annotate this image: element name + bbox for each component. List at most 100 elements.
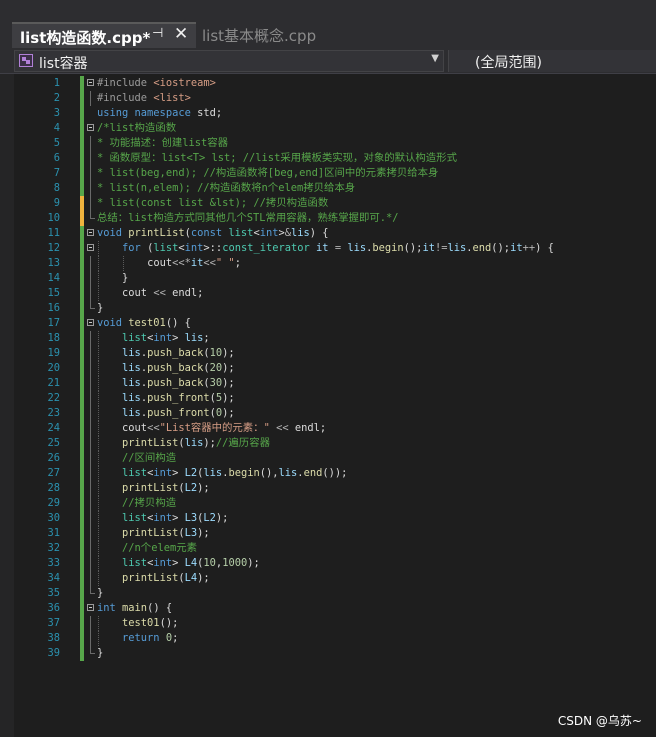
code-line[interactable]: 24 cout<<"List容器中的元素：" << endl; xyxy=(0,421,656,436)
line-number: 37 xyxy=(47,617,60,629)
project-scope-dropdown[interactable]: list容器 ▼ xyxy=(14,50,444,72)
code-line[interactable]: 28 printList(L2); xyxy=(0,481,656,496)
code-token: ); xyxy=(203,437,216,449)
code-line[interactable]: 16} xyxy=(0,301,656,316)
chevron-down-icon[interactable]: ▼ xyxy=(431,53,439,64)
global-scope-dropdown[interactable]: (全局范围) xyxy=(448,50,656,72)
code-text[interactable]: printList(L2); xyxy=(122,481,210,496)
code-line[interactable]: 15 cout << endl; xyxy=(0,286,656,301)
code-line[interactable]: 32 //n个elem元素 xyxy=(0,541,656,556)
code-editor[interactable]: 1 #include <iostream> 2 #include <list> 3 usi… xyxy=(0,74,656,737)
code-line[interactable]: 22 lis.push_front(5); xyxy=(0,391,656,406)
code-text[interactable]: using namespace std; xyxy=(97,106,222,121)
code-text[interactable]: printList(L4); xyxy=(122,571,210,586)
code-text[interactable]: void test01() { xyxy=(97,316,191,331)
code-line[interactable]: 35} xyxy=(0,586,656,601)
collapse-icon[interactable] xyxy=(87,604,94,611)
code-text[interactable]: /*list构造函数 xyxy=(97,121,176,136)
collapse-icon[interactable] xyxy=(87,229,94,236)
code-token: ); xyxy=(197,527,210,539)
code-text[interactable]: void printList(const list<int>&lis) { xyxy=(97,226,329,241)
code-line[interactable]: 2 #include <list> xyxy=(0,91,656,106)
code-text[interactable]: printList(lis);//遍历容器 xyxy=(122,436,270,451)
code-token: } xyxy=(122,272,129,284)
code-text[interactable]: //区间构造 xyxy=(122,451,176,466)
code-text[interactable]: //拷贝构造 xyxy=(122,496,176,511)
code-line[interactable]: 23 lis.push_front(0); xyxy=(0,406,656,421)
code-token: void xyxy=(97,317,129,329)
code-line[interactable]: 31 printList(L3); xyxy=(0,526,656,541)
pin-icon[interactable]: ⊣ xyxy=(152,26,163,41)
code-text[interactable]: lis.push_front(5); xyxy=(122,391,235,406)
code-text[interactable]: printList(L3); xyxy=(122,526,210,541)
collapse-icon[interactable] xyxy=(87,79,94,86)
code-line[interactable]: 34 printList(L4); xyxy=(0,571,656,586)
code-line[interactable]: 12 for (list<int>::const_iterator it = li… xyxy=(0,241,656,256)
code-text[interactable]: list<int> L2(lis.begin(),lis.end()); xyxy=(122,466,347,481)
code-text[interactable]: lis.push_front(0); xyxy=(122,406,235,421)
code-text[interactable]: int main() { xyxy=(97,601,172,616)
code-line[interactable]: 36 int main() { xyxy=(0,601,656,616)
code-text[interactable]: 总结：list构造方式同其他几个STL常用容器，熟练掌握即可.*/ xyxy=(97,211,399,226)
code-line[interactable]: 19 lis.push_back(10); xyxy=(0,346,656,361)
code-line[interactable]: 29 //拷贝构造 xyxy=(0,496,656,511)
collapse-icon[interactable] xyxy=(87,124,94,131)
code-text[interactable]: * list(n,elem); //构造函数将n个elem拷贝给本身 xyxy=(97,181,355,196)
tab-list-basics[interactable]: list基本概念.cpp xyxy=(198,22,372,46)
code-line[interactable]: 37 test01(); xyxy=(0,616,656,631)
code-text[interactable]: list<int> L3(L2); xyxy=(122,511,228,526)
code-line[interactable]: 3 using namespace std; xyxy=(0,106,656,121)
code-text[interactable]: * list(beg,end); //构造函数将[beg,end]区间中的元素拷… xyxy=(97,166,438,181)
code-text[interactable]: #include <iostream> xyxy=(97,76,216,91)
code-text[interactable]: cout << endl; xyxy=(122,286,203,301)
code-text[interactable]: * 函数原型：list<T> lst; //list采用模板类实现，对象的默认构… xyxy=(97,151,457,166)
code-text[interactable]: list<int> L4(10,1000); xyxy=(122,556,260,571)
code-text[interactable]: } xyxy=(97,301,103,316)
code-line[interactable]: 39} xyxy=(0,646,656,661)
code-lines[interactable]: 1 #include <iostream> 2 #include <list> 3 usi… xyxy=(0,76,656,661)
code-text[interactable]: } xyxy=(97,586,103,601)
code-line[interactable]: 25 printList(lis);//遍历容器 xyxy=(0,436,656,451)
code-text[interactable]: lis.push_back(30); xyxy=(122,376,235,391)
code-line[interactable]: 1 #include <iostream> xyxy=(0,76,656,91)
code-text[interactable]: list<int> lis; xyxy=(122,331,210,346)
code-text[interactable]: test01(); xyxy=(122,616,178,631)
code-line[interactable]: 18 list<int> lis; xyxy=(0,331,656,346)
code-text[interactable]: * list(const list &lst); //拷贝构造函数 xyxy=(97,196,328,211)
code-line[interactable]: 5 * 功能描述：创建list容器 xyxy=(0,136,656,151)
code-text[interactable]: #include <list> xyxy=(97,91,191,106)
code-text[interactable]: } xyxy=(122,271,128,286)
code-line[interactable]: 33 list<int> L4(10,1000); xyxy=(0,556,656,571)
code-line[interactable]: 26 //区间构造 xyxy=(0,451,656,466)
collapse-icon[interactable] xyxy=(87,244,94,251)
code-text[interactable]: * 功能描述：创建list容器 xyxy=(97,136,228,151)
code-line[interactable]: 20 lis.push_back(20); xyxy=(0,361,656,376)
code-text[interactable]: lis.push_back(20); xyxy=(122,361,235,376)
change-tracking-bar xyxy=(80,541,84,556)
code-line[interactable]: 27 list<int> L2(lis.begin(),lis.end()); xyxy=(0,466,656,481)
code-line[interactable]: 6 * 函数原型：list<T> lst; //list采用模板类实现，对象的默认… xyxy=(0,151,656,166)
collapse-icon[interactable] xyxy=(87,319,94,326)
code-line[interactable]: 9 * list(const list &lst); //拷贝构造函数 xyxy=(0,196,656,211)
code-text[interactable]: } xyxy=(97,646,103,661)
tab-list-constructor[interactable]: list构造函数.cpp* ⊣ ✕ xyxy=(12,22,196,48)
code-text[interactable]: cout<<*it<<" "; xyxy=(147,256,241,271)
code-text[interactable]: return 0; xyxy=(122,631,178,646)
code-line[interactable]: 38 return 0; xyxy=(0,631,656,646)
code-text[interactable]: cout<<"List容器中的元素：" << endl; xyxy=(122,421,326,436)
code-line[interactable]: 4 /*list构造函数 xyxy=(0,121,656,136)
line-number: 3 xyxy=(53,107,60,119)
code-line[interactable]: 13 cout<<*it<<" "; xyxy=(0,256,656,271)
code-line[interactable]: 14} xyxy=(0,271,656,286)
close-icon[interactable]: ✕ xyxy=(174,24,188,44)
code-line[interactable]: 8 * list(n,elem); //构造函数将n个elem拷贝给本身 xyxy=(0,181,656,196)
code-text[interactable]: //n个elem元素 xyxy=(122,541,197,556)
code-line[interactable]: 30 list<int> L3(L2); xyxy=(0,511,656,526)
code-line[interactable]: 10 总结：list构造方式同其他几个STL常用容器，熟练掌握即可.*/ xyxy=(0,211,656,226)
code-line[interactable]: 21 lis.push_back(30); xyxy=(0,376,656,391)
code-line[interactable]: 17 void test01() { xyxy=(0,316,656,331)
code-text[interactable]: lis.push_back(10); xyxy=(122,346,235,361)
code-text[interactable]: for (list<int>::const_iterator it = lis.… xyxy=(122,241,554,256)
code-line[interactable]: 11 void printList(const list<int>&lis) { xyxy=(0,226,656,241)
code-line[interactable]: 7 * list(beg,end); //构造函数将[beg,end]区间中的元素… xyxy=(0,166,656,181)
